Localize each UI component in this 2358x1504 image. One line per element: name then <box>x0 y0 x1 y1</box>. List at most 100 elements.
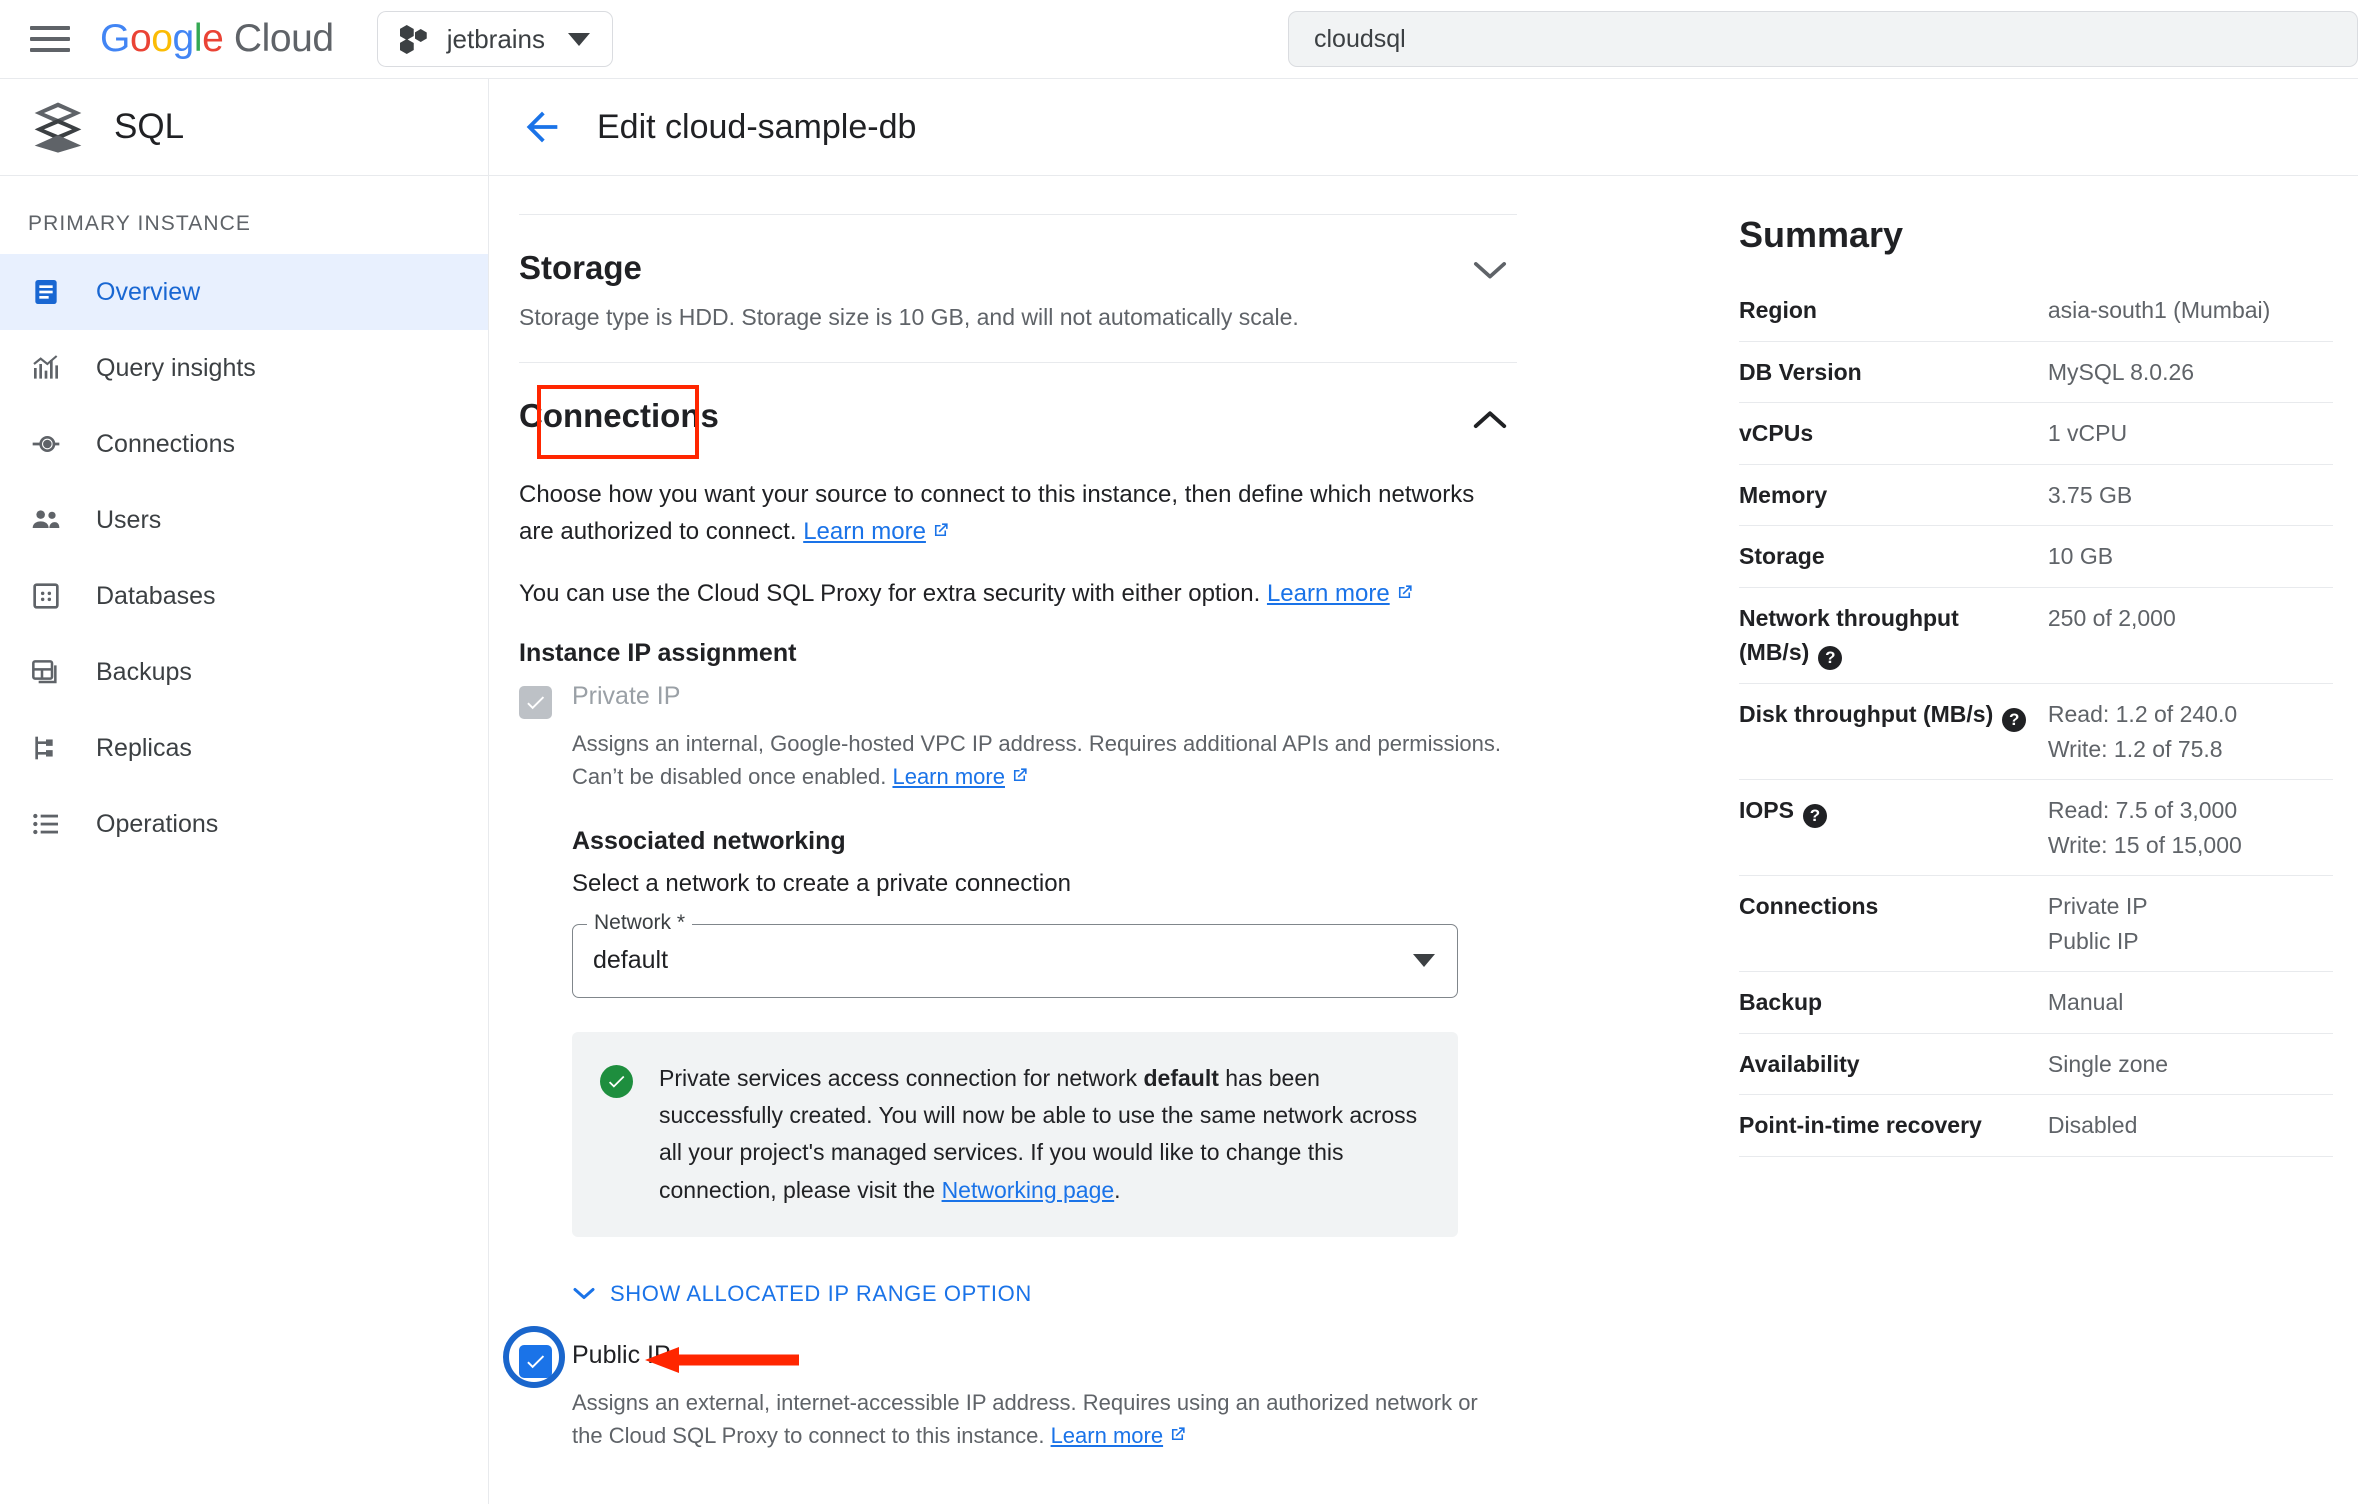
summary-value-line: Private IP <box>2047 893 2148 919</box>
back-arrow-icon[interactable] <box>519 104 565 150</box>
google-cloud-logo[interactable]: Google Cloud <box>100 17 334 61</box>
private-ip-label: Private IP <box>572 681 681 710</box>
connections-paragraph-2: You can use the Cloud SQL Proxy for extr… <box>519 576 1479 612</box>
summary-row: Storage 10 GB <box>1739 525 2333 588</box>
sidebar-item-label: Databases <box>96 581 216 610</box>
summary-row: Backup Manual <box>1739 971 2333 1034</box>
learn-more-link-4[interactable]: Learn more <box>1051 1423 1164 1448</box>
summary-key-label: Backup <box>1739 989 1823 1015</box>
summary-row-value: Single zone <box>2047 1033 2333 1095</box>
external-link-icon <box>1172 1427 1185 1440</box>
summary-row-key: Disk throughput (MB/s)? <box>1739 683 2048 780</box>
replicas-icon <box>28 730 64 766</box>
summary-value-line: MySQL 8.0.26 <box>2047 358 2195 385</box>
summary-row-value: 250 of 2,000 <box>2047 587 2333 684</box>
help-icon[interactable]: ? <box>2002 708 2027 732</box>
public-ip-block: Public IP Assigns an external, internet-… <box>503 1325 1709 1452</box>
external-link-icon <box>934 523 948 536</box>
summary-row-key: IOPS? <box>1739 779 2048 876</box>
network-select[interactable]: Network * default <box>572 910 1458 998</box>
summary-key-label: Storage <box>1739 543 1825 569</box>
chevron-down-icon[interactable] <box>1473 261 1507 281</box>
summary-row: Disk throughput (MB/s)? Read: 1.2 of 240.… <box>1739 683 2333 780</box>
summary-row-value: MySQL 8.0.26 <box>2047 341 2333 403</box>
learn-more-link-3[interactable]: Learn more <box>892 764 1005 789</box>
notice-text: Private services access connection for n… <box>659 1060 1428 1209</box>
help-icon[interactable]: ? <box>1802 804 1827 828</box>
public-ip-checkbox[interactable] <box>519 1344 552 1378</box>
summary-row: Availability Single zone <box>1739 1033 2333 1095</box>
learn-more-link-1[interactable]: Learn more <box>803 518 926 545</box>
chart-insights-icon <box>28 350 64 386</box>
project-name: jetbrains <box>446 23 546 54</box>
hamburger-menu-icon[interactable] <box>30 18 72 60</box>
summary-row-value: 3.75 GB <box>2047 464 2333 526</box>
summary-value-line: 1 vCPU <box>2047 420 2128 446</box>
product-title: SQL <box>114 107 185 146</box>
summary-title: Summary <box>1739 214 1904 255</box>
databases-icon <box>28 578 64 614</box>
overview-icon <box>28 274 64 310</box>
sidebar-item-operations[interactable]: Operations <box>0 786 488 862</box>
sidebar: SQL PRIMARY INSTANCE Overview Query insi… <box>0 79 489 1504</box>
connections-para2-text: You can use the Cloud SQL Proxy for extr… <box>519 580 1267 608</box>
chevron-down-icon <box>568 32 591 46</box>
success-check-icon <box>600 1064 633 1098</box>
chevron-up-icon[interactable] <box>1473 409 1507 429</box>
summary-value-line: asia-south1 (Mumbai) <box>2047 297 2271 323</box>
sidebar-item-databases[interactable]: Databases <box>0 558 488 634</box>
summary-key-label: Availability <box>1739 1050 1860 1077</box>
public-ip-desc-text: Assigns an external, internet-accessible… <box>572 1389 1478 1448</box>
summary-row-value: Private IP Public IP <box>2047 875 2333 972</box>
summary-panel: Summary Region asia-south1 (Mumbai) DB Ver… <box>1709 176 2358 1504</box>
sidebar-item-label: Operations <box>96 809 219 838</box>
summary-value-line: Write: 15 of 15,000 <box>2047 831 2242 858</box>
summary-row-key: Storage <box>1739 525 2048 588</box>
public-ip-row[interactable]: Public IP <box>503 1325 1709 1388</box>
summary-row-key: Memory <box>1739 464 2048 526</box>
sidebar-item-connections[interactable]: Connections <box>0 406 488 482</box>
notice-text-c: . <box>1114 1176 1121 1203</box>
learn-more-link-2[interactable]: Learn more <box>1267 580 1390 607</box>
sidebar-item-query-insights[interactable]: Query insights <box>0 330 488 406</box>
project-selector[interactable]: jetbrains <box>376 11 614 67</box>
summary-row-value: 10 GB <box>2047 525 2333 588</box>
summary-value-line: Read: 7.5 of 3,000 <box>2047 797 2238 823</box>
sidebar-item-users[interactable]: Users <box>0 482 488 558</box>
summary-key-label: Disk throughput (MB/s) <box>1739 701 1994 727</box>
summary-key-label: DB Version <box>1739 358 1862 385</box>
summary-row: Region asia-south1 (Mumbai) <box>1739 280 2333 342</box>
sidebar-item-backups[interactable]: Backups <box>0 634 488 710</box>
summary-key-label: Network throughput (MB/s) <box>1739 604 1959 666</box>
associated-networking-block: Associated networking Select a network t… <box>572 827 1709 1237</box>
section-connections-header[interactable]: Connections <box>519 363 1517 477</box>
sidebar-header: SQL <box>0 79 488 176</box>
sidebar-item-replicas[interactable]: Replicas <box>0 710 488 786</box>
help-icon[interactable]: ? <box>1818 646 1843 670</box>
users-icon <box>28 502 64 538</box>
summary-row-value: Disabled <box>2047 1094 2333 1157</box>
summary-value-line: Read: 1.2 of 240.0 <box>2047 701 2238 727</box>
network-field-label: Network * <box>587 910 693 935</box>
summary-key-label: Memory <box>1739 481 1828 508</box>
summary-row-key: vCPUs <box>1739 402 2048 465</box>
show-allocated-ip-range-button[interactable]: SHOW ALLOCATED IP RANGE OPTION <box>572 1281 1709 1307</box>
connections-para1-text: Choose how you want your source to conne… <box>519 481 1475 545</box>
sidebar-item-overview[interactable]: Overview <box>0 254 488 330</box>
private-ip-row[interactable]: Private IP <box>519 682 1709 719</box>
search-area: cloudsql <box>613 11 2358 67</box>
page-title: Edit cloud-sample-db <box>597 107 917 146</box>
summary-row-value: Manual <box>2047 971 2333 1034</box>
summary-table: Region asia-south1 (Mumbai) DB Version MySQ… <box>1739 280 2333 1157</box>
backups-icon <box>28 654 64 690</box>
sidebar-item-label: Query insights <box>96 353 256 382</box>
notice-network-name: default <box>1143 1064 1219 1091</box>
section-storage[interactable]: Storage Storage type is HDD. Storage siz… <box>519 215 1517 362</box>
chevron-down-icon <box>573 1288 595 1300</box>
network-field-value: default <box>593 946 669 975</box>
summary-row-key: Backup <box>1739 971 2048 1034</box>
networking-page-link[interactable]: Networking page <box>942 1177 1115 1203</box>
summary-row-key: DB Version <box>1739 341 2048 403</box>
search-input[interactable]: cloudsql <box>1288 11 2358 67</box>
connections-paragraph-1: Choose how you want your source to conne… <box>519 477 1479 550</box>
